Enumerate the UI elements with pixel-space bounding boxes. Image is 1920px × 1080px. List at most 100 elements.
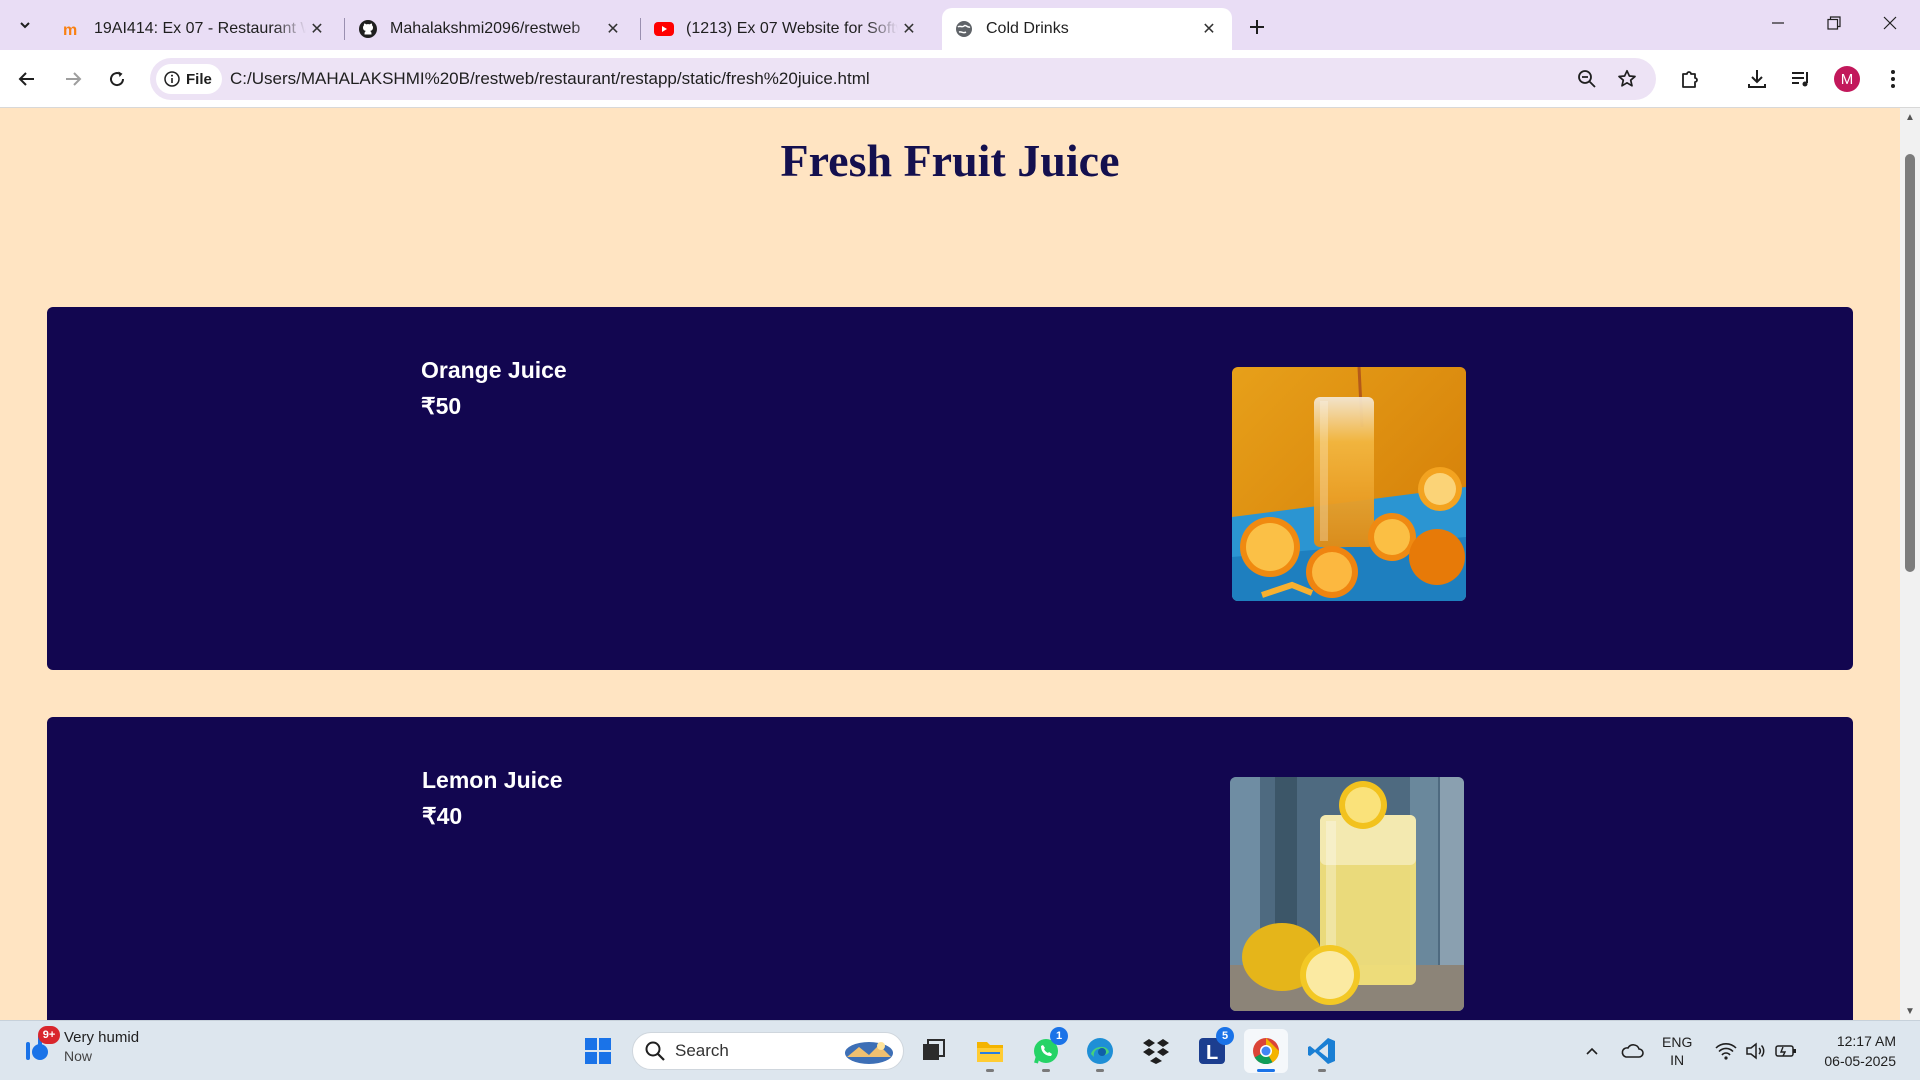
- forward-button[interactable]: [56, 62, 90, 96]
- clock-time: 12:17 AM: [1836, 1033, 1896, 1049]
- wifi-button[interactable]: [1712, 1037, 1740, 1065]
- reload-button[interactable]: [100, 62, 134, 96]
- media-controls-button[interactable]: [1784, 62, 1818, 96]
- chevron-down-icon: [20, 22, 30, 29]
- tab-divider: [344, 18, 345, 40]
- scroll-up-icon[interactable]: ▲: [1904, 112, 1916, 123]
- cloud-icon: [1621, 1044, 1644, 1058]
- whatsapp-button[interactable]: 1: [1024, 1027, 1068, 1073]
- item-name: Orange Juice: [421, 357, 567, 383]
- menu-item-card: Orange Juice ₹50: [47, 307, 1853, 670]
- battery-button[interactable]: [1772, 1037, 1800, 1065]
- url-text[interactable]: C:/Users/MAHALAKSHMI%20B/restweb/restaur…: [230, 58, 870, 100]
- scroll-down-icon[interactable]: ▼: [1904, 1006, 1916, 1017]
- folder-icon: [977, 1042, 1003, 1062]
- item-price: ₹50: [421, 393, 462, 419]
- zoom-out-icon: [1578, 70, 1596, 88]
- search-highlight-icon: [845, 1042, 893, 1064]
- volume-button[interactable]: [1742, 1037, 1770, 1065]
- start-button[interactable]: [576, 1029, 620, 1073]
- close-icon[interactable]: ✕: [898, 18, 920, 40]
- tab-cold-drinks[interactable]: Cold Drinks ✕: [942, 8, 1232, 50]
- orange-juice-photo: [1232, 367, 1466, 601]
- tab-divider: [640, 18, 641, 40]
- extensions-button[interactable]: [1674, 62, 1708, 96]
- profile-avatar[interactable]: M: [1834, 66, 1860, 92]
- file-explorer-button[interactable]: [968, 1029, 1012, 1073]
- item-name: Lemon Juice: [422, 767, 563, 793]
- bookmark-button[interactable]: [1610, 62, 1644, 96]
- weather-widget[interactable]: 9+ Very humid Now: [20, 1025, 139, 1064]
- l-app-button[interactable]: L 5: [1190, 1027, 1234, 1073]
- tab-title: 19AI414: Ex 07 - Restaurant Website: [94, 20, 306, 37]
- show-hidden-icons-button[interactable]: [1578, 1037, 1606, 1065]
- restore-button[interactable]: [1806, 0, 1862, 46]
- weather-subtitle: Now: [64, 1048, 93, 1064]
- whatsapp-badge: 1: [1050, 1027, 1068, 1045]
- close-icon[interactable]: ✕: [602, 18, 624, 40]
- l-app-badge: 5: [1216, 1027, 1234, 1045]
- edge-button[interactable]: [1078, 1029, 1122, 1073]
- more-vert-icon: [1891, 70, 1895, 88]
- github-icon: [358, 19, 378, 39]
- item-price: ₹40: [422, 803, 463, 829]
- system-clock[interactable]: 12:17 AM 06-05-2025: [1810, 1031, 1896, 1071]
- menu-item-card: Lemon Juice ₹40: [47, 717, 1853, 1020]
- svg-text:m: m: [63, 22, 77, 39]
- svg-text:L: L: [1206, 1042, 1218, 1064]
- speaker-icon: [1746, 1042, 1765, 1060]
- page-title: Fresh Fruit Juice: [780, 135, 1120, 186]
- chrome-icon: [1253, 1038, 1280, 1065]
- dropbox-icon: [1143, 1039, 1169, 1064]
- youtube-icon: [654, 19, 674, 39]
- onedrive-button[interactable]: [1618, 1037, 1646, 1065]
- tab-strip: m 19AI414: Ex 07 - Restaurant Website ✕ …: [0, 0, 1920, 50]
- windows-icon: [585, 1038, 611, 1064]
- task-view-button[interactable]: [912, 1029, 956, 1073]
- scrollbar-thumb[interactable]: [1905, 154, 1915, 572]
- chrome-menu-button[interactable]: [1876, 62, 1910, 96]
- browser-toolbar: File C:/Users/MAHALAKSHMI%20B/restweb/re…: [0, 50, 1920, 108]
- windows-taskbar: 9+ Very humid Now Search 1 L 5 ENG IN 12…: [0, 1020, 1920, 1080]
- task-view-icon: [923, 1039, 945, 1060]
- close-window-button[interactable]: [1862, 0, 1918, 46]
- search-icon: [645, 1041, 665, 1061]
- taskbar-search[interactable]: Search: [632, 1032, 904, 1070]
- vertical-scrollbar[interactable]: ▲ ▼: [1900, 108, 1920, 1020]
- battery-icon: [1775, 1045, 1796, 1057]
- chrome-button[interactable]: [1244, 1029, 1288, 1073]
- plus-icon: [1250, 20, 1264, 34]
- vscode-button[interactable]: [1300, 1029, 1344, 1073]
- language-indicator[interactable]: ENG IN: [1662, 1033, 1692, 1069]
- language-region: IN: [1670, 1052, 1685, 1068]
- wifi-icon: [1715, 1043, 1737, 1060]
- tab-youtube-video[interactable]: (1213) Ex 07 Website for Software Compan…: [642, 8, 932, 50]
- new-tab-button[interactable]: [1240, 10, 1274, 44]
- close-icon[interactable]: ✕: [306, 18, 328, 40]
- language-code: ENG: [1662, 1034, 1693, 1050]
- vscode-icon: [1308, 1038, 1335, 1064]
- site-info-chip[interactable]: File: [156, 64, 222, 94]
- close-icon[interactable]: ✕: [1198, 18, 1220, 40]
- arrow-right-icon: [66, 72, 82, 86]
- zoom-button[interactable]: [1570, 62, 1604, 96]
- tab-restaurant-website[interactable]: m 19AI414: Ex 07 - Restaurant Website ✕: [50, 8, 340, 50]
- tab-title: Cold Drinks: [986, 20, 1069, 37]
- dropbox-button[interactable]: [1134, 1029, 1178, 1073]
- clock-date: 06-05-2025: [1824, 1053, 1896, 1069]
- address-bar[interactable]: File C:/Users/MAHALAKSHMI%20B/restweb/re…: [150, 58, 1656, 100]
- edge-icon: [1087, 1038, 1113, 1064]
- minimize-icon: [1772, 22, 1784, 24]
- star-icon: [1618, 69, 1636, 87]
- puzzle-icon: [1682, 71, 1698, 88]
- globe-icon: [954, 19, 974, 39]
- search-placeholder: Search: [675, 1041, 729, 1060]
- info-icon: [164, 71, 180, 87]
- tab-search-button[interactable]: [8, 8, 42, 42]
- lemon-juice-photo: [1230, 777, 1464, 1011]
- minimize-button[interactable]: [1750, 0, 1806, 46]
- tab-github-restweb[interactable]: Mahalakshmi2096/restweb ✕: [346, 8, 636, 50]
- back-button[interactable]: [10, 62, 44, 96]
- tab-title: (1213) Ex 07 Website for Software Compan…: [686, 20, 898, 37]
- downloads-button[interactable]: [1740, 62, 1774, 96]
